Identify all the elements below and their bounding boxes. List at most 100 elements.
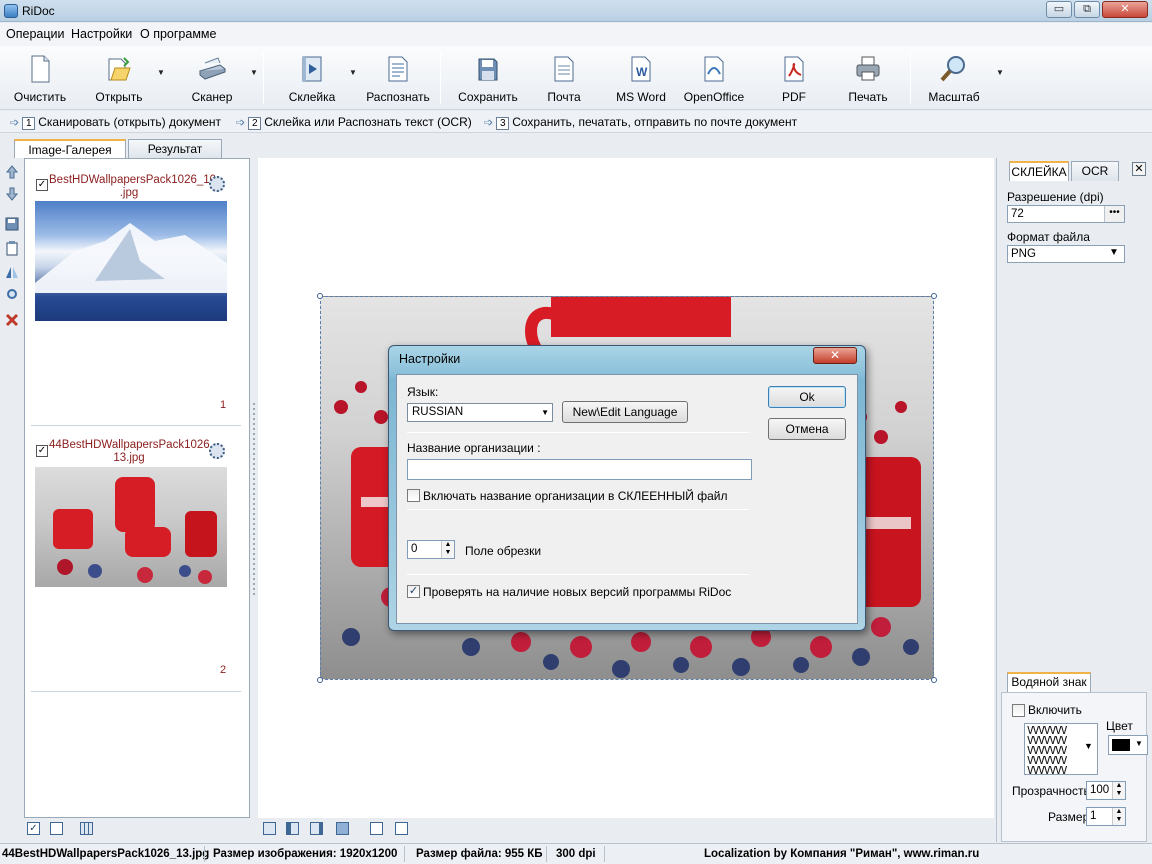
- bottom-toolbar: ✓: [0, 818, 996, 842]
- openoffice-button[interactable]: OpenOffice: [680, 52, 748, 106]
- resize-handle[interactable]: [317, 677, 323, 683]
- save-icon[interactable]: [4, 216, 20, 232]
- format-select[interactable]: PNG ▼: [1007, 245, 1125, 263]
- clear-label: Очистить: [13, 90, 67, 104]
- spinner-arrows-icon[interactable]: ▲ ▼: [1112, 782, 1125, 799]
- glue-button[interactable]: Склейка: [280, 52, 344, 106]
- include-org-checkbox[interactable]: [407, 489, 420, 502]
- spinner-arrows-icon[interactable]: ▲ ▼: [441, 541, 454, 558]
- fit-page-icon[interactable]: [370, 822, 383, 835]
- glue-dropdown-icon[interactable]: ▼: [349, 68, 357, 77]
- resize-handle[interactable]: [931, 293, 937, 299]
- recognize-button[interactable]: Распознать: [366, 52, 430, 106]
- thumbnail-berries[interactable]: [35, 467, 227, 587]
- toolbar-separator: [263, 52, 264, 104]
- color-picker[interactable]: ▼: [1108, 735, 1148, 755]
- step-3[interactable]: ➩ 3 Сохранить, печатать, отправить по почт…: [484, 115, 797, 130]
- ok-button[interactable]: Ok: [768, 386, 846, 408]
- status-file-size: Размер файла: 955 КБ: [416, 848, 543, 860]
- panel-splitter[interactable]: [250, 158, 258, 818]
- organization-input[interactable]: [407, 459, 752, 480]
- transparency-spinner[interactable]: 100 ▲ ▼: [1086, 781, 1126, 800]
- edit-language-button[interactable]: New\Edit Language: [562, 401, 688, 423]
- mirror-icon[interactable]: [4, 264, 20, 280]
- open-folder-icon: [108, 57, 131, 81]
- side-toolbar: [0, 158, 24, 818]
- resize-handle[interactable]: [317, 293, 323, 299]
- print-button[interactable]: Печать: [836, 52, 900, 106]
- scanner-button[interactable]: Сканер: [180, 52, 244, 106]
- dialog-title: Настройки: [399, 352, 461, 366]
- step-text: Сохранить, печатать, отправить по почте …: [512, 115, 798, 129]
- status-localization: Localization by Компания "Риман", www.ri…: [704, 848, 980, 860]
- language-select[interactable]: RUSSIAN ▼: [407, 403, 553, 422]
- check-all-icon[interactable]: ✓: [27, 822, 40, 835]
- size-label: Размер: [1048, 810, 1090, 824]
- clear-button[interactable]: Очистить: [8, 52, 72, 106]
- menu-about[interactable]: О программе: [140, 27, 216, 41]
- msword-button[interactable]: W MS Word: [608, 52, 674, 106]
- tab-watermark[interactable]: Водяной знак: [1007, 672, 1091, 692]
- dialog-close-button[interactable]: ✕: [813, 347, 857, 364]
- thumbnail-mountains[interactable]: [35, 201, 227, 321]
- resolution-field[interactable]: 72 •••: [1007, 205, 1125, 223]
- pdf-button[interactable]: PDF: [762, 52, 826, 106]
- format-value: PNG: [1011, 248, 1036, 260]
- close-button[interactable]: ✕: [1102, 1, 1148, 18]
- menu-settings[interactable]: Настройки: [71, 27, 132, 41]
- settings-gear-icon[interactable]: [209, 443, 225, 459]
- layout-fill-icon[interactable]: [336, 822, 349, 835]
- resize-handle[interactable]: [931, 677, 937, 683]
- open-dropdown-icon[interactable]: ▼: [157, 68, 165, 77]
- color-swatch: [1112, 739, 1130, 751]
- actual-size-icon[interactable]: [395, 822, 408, 835]
- tab-glue[interactable]: СКЛЕЙКА: [1009, 161, 1069, 181]
- close-panel-icon[interactable]: ✕: [1132, 162, 1146, 176]
- tab-gallery[interactable]: Image-Галерея: [14, 139, 126, 160]
- watermark-enable-checkbox[interactable]: [1012, 704, 1025, 717]
- status-file: 44BestHDWallpapersPack1026_13.jpg: [2, 848, 210, 860]
- step-2[interactable]: ➩ 2 Склейка или Распознать текст (OCR): [236, 115, 472, 130]
- move-up-icon[interactable]: [4, 164, 20, 180]
- layout-right-icon[interactable]: [310, 822, 323, 835]
- pattern-dropdown-icon[interactable]: ▼: [1084, 741, 1093, 751]
- clipboard-icon[interactable]: [4, 240, 20, 256]
- step-1[interactable]: ➩ 1 Сканировать (открыть) документ: [10, 115, 221, 130]
- mail-button[interactable]: Почта: [532, 52, 596, 106]
- size-spinner[interactable]: 1 ▲ ▼: [1086, 807, 1126, 826]
- zoom-label: Масштаб: [928, 90, 980, 104]
- scanner-dropdown-icon[interactable]: ▼: [250, 68, 258, 77]
- thumb-2-checkbox[interactable]: ✓: [36, 445, 48, 457]
- step-text: Склейка или Распознать текст (OCR): [264, 115, 472, 129]
- tab-ocr[interactable]: OCR: [1071, 161, 1119, 181]
- toolbar-separator: [910, 52, 911, 104]
- ellipsis-button[interactable]: •••: [1104, 206, 1124, 222]
- check-updates-label: Проверять на наличие новых версий програ…: [423, 585, 732, 599]
- spinner-arrows-icon[interactable]: ▲ ▼: [1112, 808, 1125, 825]
- thumb-1-checkbox[interactable]: ✓: [36, 179, 48, 191]
- grid-view-icon[interactable]: [80, 822, 93, 835]
- settings-gear-icon[interactable]: [209, 176, 225, 192]
- layout-left-icon[interactable]: [286, 822, 299, 835]
- save-button[interactable]: Сохранить: [456, 52, 520, 106]
- layout-single-icon[interactable]: [263, 822, 276, 835]
- move-down-icon[interactable]: [4, 186, 20, 202]
- thumb-1-number: 1: [220, 399, 227, 411]
- menu-operations[interactable]: Операции: [6, 27, 64, 41]
- crop-spinner[interactable]: 0 ▲ ▼: [407, 540, 455, 559]
- crop-value: 0: [411, 543, 418, 555]
- zoom-dropdown-icon[interactable]: ▼: [996, 68, 1004, 77]
- cancel-button[interactable]: Отмена: [768, 418, 846, 440]
- toolbar-separator: [440, 52, 441, 104]
- zoom-button[interactable]: Масштаб: [922, 52, 986, 106]
- restore-button[interactable]: ⧉: [1074, 1, 1100, 18]
- minimize-button[interactable]: ▭: [1046, 1, 1072, 18]
- open-button[interactable]: Открыть: [86, 52, 152, 106]
- thumb-1-name: BestHDWallpapersPack1026_10 .jpg: [49, 174, 217, 199]
- brightness-icon[interactable]: [4, 286, 20, 302]
- check-updates-checkbox[interactable]: ✓: [407, 585, 420, 598]
- uncheck-all-icon[interactable]: [50, 822, 63, 835]
- tab-result[interactable]: Результат: [128, 139, 222, 159]
- delete-icon[interactable]: [4, 312, 20, 328]
- title-bar: RiDoc ▭ ⧉ ✕: [0, 0, 1152, 22]
